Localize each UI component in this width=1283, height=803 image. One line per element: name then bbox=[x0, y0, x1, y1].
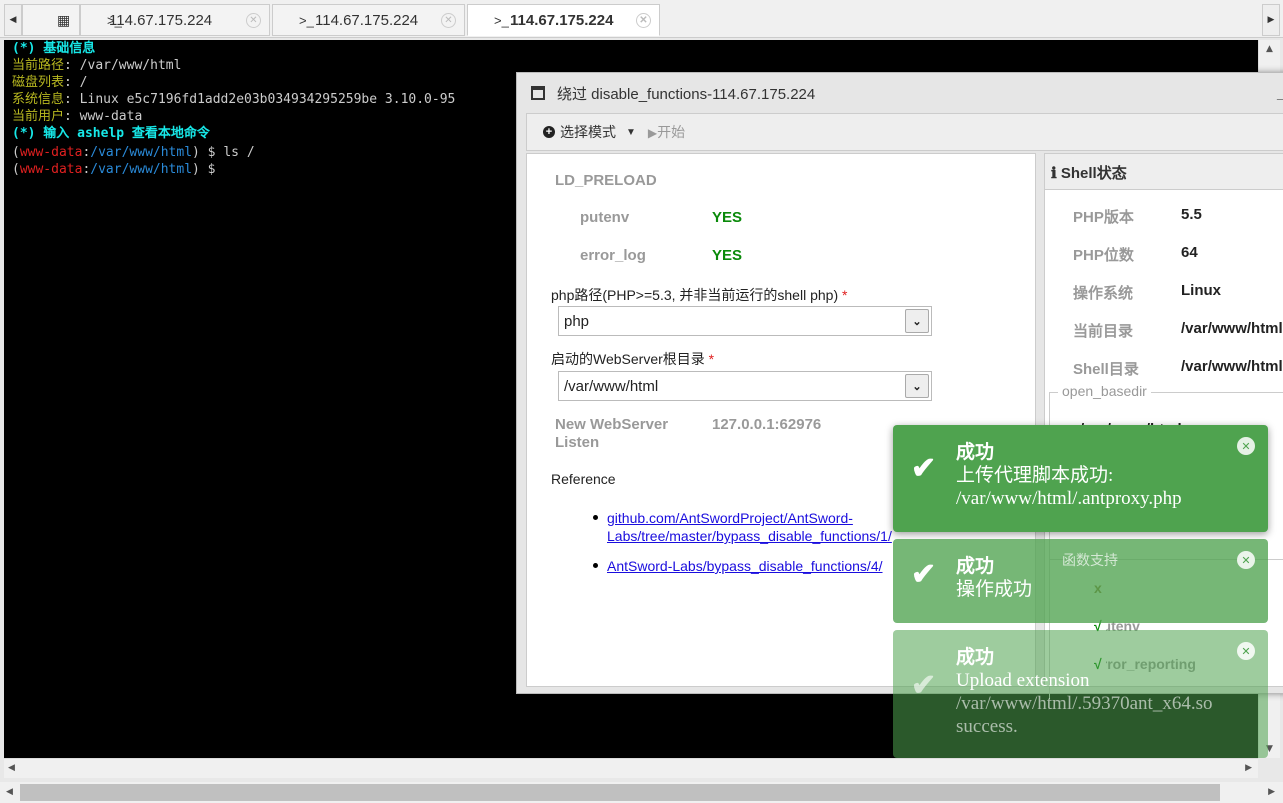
prompt-path: /var/www/html bbox=[90, 145, 193, 160]
status-value: 64 bbox=[1181, 244, 1198, 261]
label: 当前路径 bbox=[12, 58, 65, 73]
status-key: PHP版本 bbox=[1073, 209, 1134, 226]
toast-message: success. bbox=[956, 716, 1018, 737]
toast-message: /var/www/html/.59370ant_x64.so bbox=[956, 693, 1213, 714]
window-icon bbox=[531, 86, 545, 100]
play-icon: ▶ bbox=[647, 126, 658, 140]
check-name: putenv bbox=[580, 209, 630, 226]
reference-label: Reference bbox=[551, 471, 616, 487]
fieldset-legend: open_basedir bbox=[1058, 383, 1151, 399]
dialog-titlebar[interactable]: 绕过 disable_functions-114.67.175.224 _ bbox=[517, 73, 1283, 113]
check-value: YES bbox=[712, 247, 743, 264]
status-key: 当前目录 bbox=[1073, 323, 1134, 340]
plus-circle-icon: + bbox=[543, 126, 555, 138]
info-icon: ℹ bbox=[1051, 165, 1061, 182]
chevron-down-icon[interactable]: ⌄ bbox=[905, 309, 929, 333]
status-value: 5.5 bbox=[1181, 206, 1202, 223]
value: /var/www/html bbox=[79, 58, 182, 73]
toast-title: 成功 bbox=[956, 442, 995, 463]
dialog-title: 绕过 disable_functions-114.67.175.224 bbox=[557, 85, 816, 103]
scrollbar-thumb[interactable] bbox=[20, 784, 1220, 801]
close-icon[interactable]: ✕ bbox=[1237, 551, 1255, 569]
tab-label: 114.67.175.224 bbox=[510, 11, 614, 29]
close-icon[interactable]: ✕ bbox=[1237, 642, 1255, 660]
start-button[interactable]: ▶开始 bbox=[648, 122, 685, 142]
value: Linux e5c7196fd1add2e03b034934295259be 3… bbox=[79, 92, 456, 107]
toast-success: ✔ ✕ 成功 Upload extension /var/www/html/.5… bbox=[893, 630, 1268, 758]
label: 系统信息 bbox=[12, 92, 65, 107]
status-value: /var/www/html bbox=[1181, 320, 1283, 337]
toast-message: /var/www/html/.antproxy.php bbox=[956, 488, 1182, 509]
check-icon: ✔ bbox=[911, 669, 937, 702]
select-value: php bbox=[564, 313, 590, 330]
toast-success: ✔ ✕ 成功 上传代理脚本成功: /var/www/html/.antproxy… bbox=[893, 425, 1268, 532]
minimize-button[interactable]: _ bbox=[1277, 85, 1283, 102]
label: 当前用户 bbox=[12, 109, 65, 124]
mode-label: 选择模式 bbox=[560, 124, 616, 140]
value: www-data bbox=[79, 109, 143, 124]
grid-icon: ▦ bbox=[57, 11, 71, 28]
check-value: YES bbox=[712, 209, 743, 226]
panel-title: Shell状态 bbox=[1060, 165, 1127, 182]
label: 磁盘列表 bbox=[12, 75, 65, 90]
section-title: LD_PRELOAD bbox=[555, 172, 657, 189]
reference-link[interactable]: AntSword-Labs/bypass_disable_functions/4… bbox=[607, 557, 883, 575]
check-icon: ✔ bbox=[911, 558, 937, 591]
toast-message: Upload extension bbox=[956, 670, 1090, 691]
dialog-toolbar: + 选择模式 ▼ ▶开始 bbox=[526, 113, 1283, 151]
toast-message: 上传代理脚本成功: bbox=[956, 465, 1114, 486]
caret-down-icon: ▼ bbox=[626, 126, 636, 138]
tab-shell-2[interactable]: 114.67.175.224 ✕ bbox=[272, 4, 465, 36]
php-path-select[interactable]: php ⌄ bbox=[558, 306, 932, 336]
tab-shell-1[interactable]: 114.67.175.224 ✕ bbox=[80, 4, 270, 36]
check-name: error_log bbox=[580, 247, 646, 264]
prompt-user: www-data bbox=[19, 162, 83, 177]
prompt-user: www-data bbox=[19, 145, 83, 160]
close-icon[interactable]: ✕ bbox=[441, 13, 456, 28]
webroot-select[interactable]: /var/www/html ⌄ bbox=[558, 371, 932, 401]
tab-label: 114.67.175.224 bbox=[315, 11, 419, 29]
reference-link[interactable]: github.com/AntSwordProject/AntSword-Labs… bbox=[607, 509, 927, 545]
listen-label: New WebServer Listen bbox=[555, 416, 669, 451]
terminal-heading: (*) 基础信息 bbox=[12, 41, 96, 56]
close-icon[interactable]: ✕ bbox=[1237, 437, 1255, 455]
status-key: 操作系统 bbox=[1073, 285, 1134, 302]
tab-home[interactable]: ▦ bbox=[22, 4, 80, 36]
fieldset-legend: 函数支持 bbox=[1062, 552, 1118, 568]
page-scrollbar[interactable]: ◀ ▶ bbox=[0, 782, 1283, 803]
tab-label: 114.67.175.224 bbox=[109, 11, 213, 29]
toast-message: 操作成功 bbox=[956, 579, 1033, 600]
tab-shell-3[interactable]: 114.67.175.224 ✕ bbox=[467, 4, 660, 36]
status-value: Linux bbox=[1181, 282, 1221, 299]
check-icon: ✔ bbox=[911, 452, 937, 485]
start-label: 开始 bbox=[657, 124, 686, 140]
php-path-label: php路径(PHP>=5.3, 并非当前运行的shell php) bbox=[551, 287, 839, 303]
terminal-heading: (*) 输入 ashelp 查看本地命令 bbox=[12, 126, 210, 141]
horizontal-scrollbar[interactable]: ◀ ▶ bbox=[4, 758, 1258, 778]
close-icon[interactable]: ✕ bbox=[636, 13, 651, 28]
listen-value: 127.0.0.1:62976 bbox=[712, 416, 822, 433]
mode-select-button[interactable]: + 选择模式 ▼ bbox=[543, 122, 636, 142]
status-value: /var/www/html bbox=[1181, 358, 1283, 375]
tab-scroll-right[interactable]: ▶ bbox=[1262, 4, 1280, 36]
tab-scroll-left[interactable]: ◀ bbox=[4, 4, 22, 36]
chevron-down-icon[interactable]: ⌄ bbox=[905, 374, 929, 398]
select-value: /var/www/html bbox=[564, 378, 659, 395]
tab-bar: ◀ ▦ 114.67.175.224 ✕ 114.67.175.224 ✕ 114.… bbox=[0, 0, 1283, 38]
value: / bbox=[79, 75, 88, 90]
webroot-label: 启动的WebServer根目录 bbox=[551, 351, 705, 367]
command: ls / bbox=[223, 145, 255, 160]
status-key: PHP位数 bbox=[1073, 247, 1134, 264]
panel-header: ℹ Shell状态 bbox=[1045, 154, 1283, 190]
close-icon[interactable]: ✕ bbox=[246, 13, 261, 28]
status-key: Shell目录 bbox=[1073, 361, 1139, 378]
prompt-path: /var/www/html bbox=[90, 162, 193, 177]
toast-title: 成功 bbox=[956, 647, 995, 668]
